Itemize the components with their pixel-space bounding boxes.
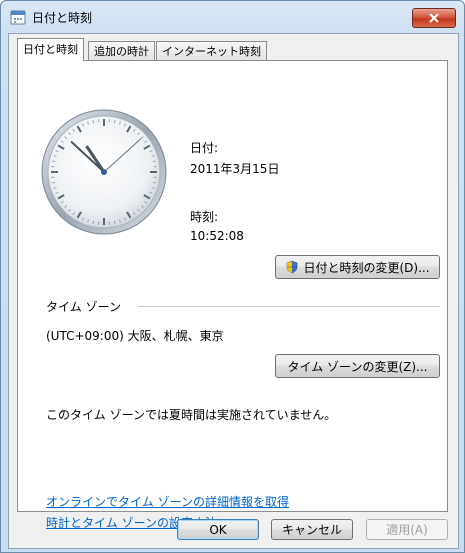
time-value: 10:52:08 [190,229,244,243]
cancel-button[interactable]: キャンセル [271,519,353,540]
tab-label: 追加の時計 [94,45,149,58]
analog-clock [41,109,167,235]
change-date-time-button[interactable]: 日付と時刻の変更(D)... [275,255,440,279]
clock-minute-mark [152,181,156,184]
dialog-window: 日付と時刻 日付と時刻 追加の時計 インターネット時刻 日付: 2011年3月1… [0,0,465,553]
dst-note: このタイム ゾーンでは夏時間は実施されていません。 [46,408,337,422]
dialog-client-area: 日付と時刻 追加の時計 インターネット時刻 日付: 2011年3月15日 時刻:… [8,33,459,549]
change-timezone-label: タイム ゾーンの変更(Z)... [287,359,428,374]
date-value: 2011年3月15日 [190,162,280,176]
change-date-time-label: 日付と時刻の変更(D)... [303,260,430,275]
tab-panel: 日付: 2011年3月15日 時刻: 10:52:08 日付と時刻の変更(D).… [17,60,448,530]
timezone-section-label: タイム ゾーン [46,300,121,314]
clock-minute-mark [113,220,116,224]
tab-label: 日付と時刻 [23,43,78,56]
apply-button[interactable]: 適用(A) [366,519,448,540]
clock-minute-mark [52,160,56,163]
apply-label: 適用(A) [386,523,428,537]
change-timezone-button[interactable]: タイム ゾーンの変更(Z)... [275,354,440,378]
tab-date-time[interactable]: 日付と時刻 [17,38,84,61]
cancel-label: キャンセル [281,523,342,537]
window-title: 日付と時刻 [32,11,93,25]
clock-minute-mark [92,120,95,124]
clock-minute-mark [113,120,116,124]
section-divider [138,306,440,307]
uac-shield-icon [287,260,298,274]
clock-center [101,169,107,175]
ok-label: OK [209,522,227,537]
clock-minute-mark [52,181,56,184]
tab-internet-time[interactable]: インターネット時刻 [156,41,267,60]
close-icon [429,13,439,23]
timezone-value: (UTC+09:00) 大阪、札幌、東京 [46,329,224,343]
title-bar[interactable]: 日付と時刻 [1,1,464,33]
clock-minute-mark [152,160,156,163]
timezone-info-link[interactable]: オンラインでタイム ゾーンの詳細情報を取得 [46,493,289,510]
ok-button[interactable]: OK [177,519,259,540]
date-time-icon [10,10,26,25]
time-label: 時刻: [190,210,219,224]
tab-label: インターネット時刻 [162,45,261,58]
tab-additional-clocks[interactable]: 追加の時計 [88,41,155,60]
close-button[interactable] [412,8,456,28]
clock-minute-mark [92,220,95,224]
date-label: 日付: [190,141,219,155]
